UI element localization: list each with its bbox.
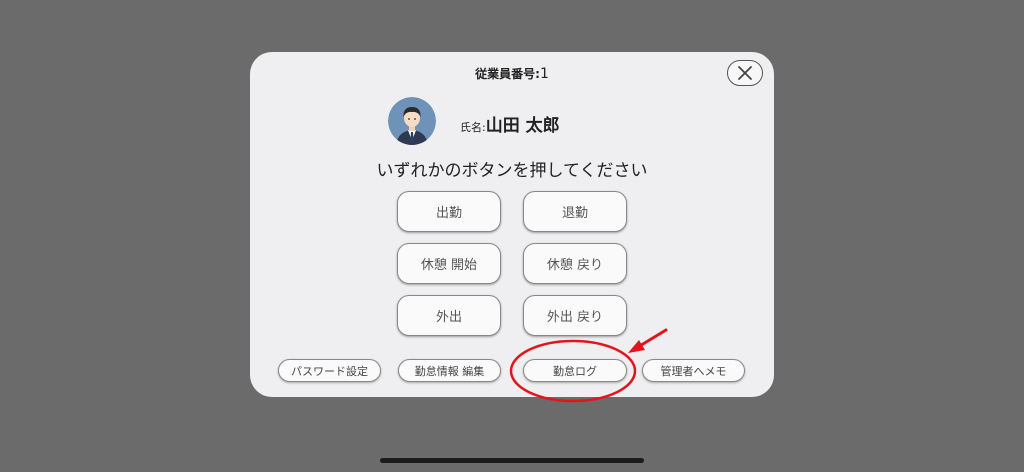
employee-number: 従業員番号:1 (250, 65, 774, 82)
employee-number-label: 従業員番号: (475, 67, 540, 81)
avatar (388, 97, 436, 145)
password-settings-button[interactable]: パスワード設定 (278, 359, 381, 382)
return-button[interactable]: 外出 戻り (523, 295, 627, 336)
edit-attendance-button[interactable]: 勤怠情報 編集 (398, 359, 501, 382)
name-label: 氏名: (460, 121, 486, 134)
memo-to-admin-button[interactable]: 管理者へメモ (642, 359, 745, 382)
name-value: 山田 太郎 (485, 116, 560, 136)
person-icon (388, 97, 436, 145)
go-out-button[interactable]: 外出 (397, 295, 501, 336)
break-start-button[interactable]: 休憩 開始 (397, 243, 501, 284)
clock-in-button[interactable]: 出勤 (397, 191, 501, 232)
clock-out-button[interactable]: 退勤 (523, 191, 627, 232)
employee-name: 氏名:山田 太郎 (460, 111, 560, 136)
home-indicator (380, 458, 644, 463)
attendance-dialog: 従業員番号:1 氏名:山田 太郎 いずれかのボタンを押してください 出勤 退勤 … (250, 52, 774, 397)
close-icon (738, 66, 752, 80)
employee-number-value: 1 (539, 66, 549, 82)
close-button[interactable] (727, 60, 763, 86)
attendance-log-button[interactable]: 勤怠ログ (523, 359, 627, 382)
instruction-text: いずれかのボタンを押してください (376, 161, 648, 181)
break-end-button[interactable]: 休憩 戻り (523, 243, 627, 284)
